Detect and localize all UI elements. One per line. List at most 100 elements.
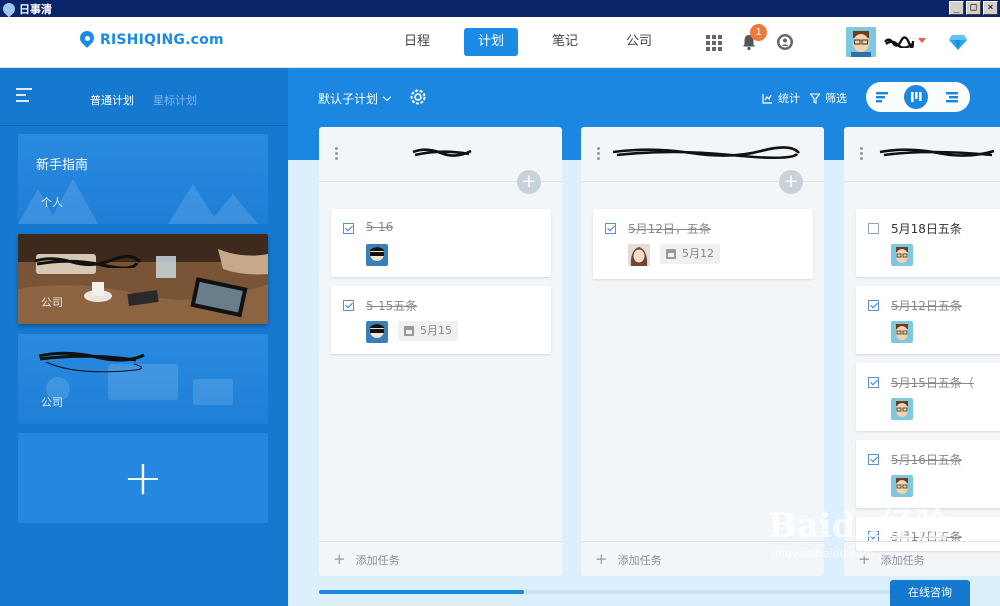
assignee-avatar bbox=[366, 321, 388, 343]
list-view-button[interactable] bbox=[940, 85, 964, 109]
column-add-button[interactable]: + bbox=[779, 170, 803, 194]
task-column: + 5-16 5-15五条 5月15 + 添加任务 bbox=[319, 127, 562, 576]
sidebar-menu-icon[interactable] bbox=[16, 88, 32, 102]
logo[interactable]: RISHIQING.com bbox=[77, 28, 224, 49]
task-title: 5-15五条 bbox=[366, 299, 418, 313]
plan-card-type: 公司 bbox=[41, 296, 63, 309]
diamond-icon[interactable] bbox=[948, 33, 968, 51]
statistics-label: 统计 bbox=[778, 92, 800, 105]
task-checkbox[interactable] bbox=[868, 223, 879, 234]
online-consult-button[interactable]: 在线咨询 bbox=[890, 580, 970, 606]
assignee-avatar bbox=[891, 398, 913, 420]
assignee-avatar bbox=[891, 321, 913, 343]
board-view-button[interactable] bbox=[904, 85, 928, 109]
window-titlebar: 日事清 _ □ × bbox=[0, 0, 1000, 17]
help-icon[interactable] bbox=[776, 33, 794, 51]
due-date-chip[interactable]: 5月12 bbox=[660, 244, 720, 264]
filter-label: 筛选 bbox=[825, 92, 847, 105]
task-title: 5月12日五条 bbox=[891, 299, 962, 313]
plan-name-redacted bbox=[34, 255, 142, 268]
nav-schedule[interactable]: 日程 bbox=[390, 28, 444, 56]
logo-pin-icon bbox=[77, 28, 97, 49]
chevron-down-icon bbox=[382, 92, 392, 101]
plan-card-type: 个人 bbox=[41, 196, 63, 209]
main-nav: 日程 计划 笔记 公司 bbox=[390, 28, 686, 56]
plus-icon: + bbox=[333, 550, 346, 568]
logo-text: RISHIQING.com bbox=[100, 32, 224, 48]
baidu-watermark: Baidu经验 jingyan.baidu.com bbox=[768, 498, 948, 560]
assignee-avatar bbox=[891, 475, 913, 497]
task-checkbox[interactable] bbox=[343, 300, 354, 311]
column-menu-icon[interactable] bbox=[335, 147, 338, 162]
task-checkbox[interactable] bbox=[868, 377, 879, 388]
nav-plan[interactable]: 计划 bbox=[464, 28, 519, 56]
view-toggle bbox=[866, 82, 970, 112]
task-checkbox[interactable] bbox=[605, 223, 616, 234]
calendar-icon bbox=[404, 326, 414, 336]
task-card[interactable]: 5月18日五条 bbox=[856, 209, 1000, 277]
gantt-view-button[interactable] bbox=[870, 85, 894, 109]
plan-board: 默认子计划 统计 筛选 + 5-16 5-15五条 5月15 + 添加任务 + … bbox=[288, 68, 1000, 606]
task-card[interactable]: 5月15日五条（ bbox=[856, 363, 1000, 431]
list-view-icon bbox=[946, 92, 958, 103]
due-date-chip[interactable]: 5月15 bbox=[398, 321, 458, 341]
assignee-avatar bbox=[891, 244, 913, 266]
plan-card-guide[interactable]: 新手指南 个人 bbox=[18, 134, 268, 224]
apps-grid-icon[interactable] bbox=[704, 33, 722, 51]
task-checkbox[interactable] bbox=[343, 223, 354, 234]
task-title: 5月18日五条 bbox=[891, 222, 962, 236]
statistics-button[interactable]: 统计 bbox=[762, 90, 800, 106]
tab-normal-plans[interactable]: 普通计划 bbox=[90, 92, 134, 108]
task-title: 5月12日，五条 bbox=[628, 222, 711, 236]
gear-icon[interactable] bbox=[409, 88, 427, 106]
filter-icon bbox=[810, 92, 820, 104]
app-icon bbox=[0, 0, 18, 17]
task-title: 5-16 bbox=[366, 220, 394, 234]
watermark-url: jingyan.baidu.com bbox=[772, 547, 874, 560]
filter-button[interactable]: 筛选 bbox=[810, 90, 847, 106]
board-view-icon bbox=[911, 92, 922, 102]
plan-card-type: 公司 bbox=[41, 396, 63, 409]
column-menu-icon[interactable] bbox=[860, 147, 863, 162]
subplan-selector[interactable]: 默认子计划 bbox=[318, 90, 392, 107]
add-plan-button[interactable]: + bbox=[18, 433, 268, 523]
task-title: 5月15日五条（ bbox=[891, 376, 974, 390]
tab-starred-plans[interactable]: 星标计划 bbox=[153, 92, 197, 108]
calendar-icon bbox=[666, 249, 676, 259]
window-title: 日事清 bbox=[19, 2, 52, 16]
horizontal-scrollbar[interactable] bbox=[319, 590, 960, 594]
user-menu-caret-icon[interactable] bbox=[918, 38, 926, 43]
plan-card-company-photo[interactable]: 公司 bbox=[18, 234, 268, 324]
due-date: 5月15 bbox=[420, 324, 452, 337]
task-checkbox[interactable] bbox=[868, 454, 879, 465]
column-title-redacted bbox=[412, 148, 472, 157]
plan-name-redacted bbox=[38, 351, 145, 373]
meeting-photo bbox=[18, 234, 268, 324]
gantt-view-icon bbox=[876, 92, 888, 103]
add-plan-plus-icon: + bbox=[122, 450, 164, 506]
minimize-button[interactable]: _ bbox=[949, 1, 964, 15]
nav-notes[interactable]: 笔记 bbox=[538, 28, 592, 56]
column-header bbox=[844, 127, 1000, 182]
task-card[interactable]: 5-15五条 5月15 bbox=[331, 286, 551, 354]
chart-icon bbox=[762, 93, 772, 104]
column-menu-icon[interactable] bbox=[597, 147, 600, 162]
user-avatar[interactable] bbox=[846, 27, 876, 57]
due-date: 5月12 bbox=[682, 247, 714, 260]
add-task-button[interactable]: + 添加任务 bbox=[319, 541, 562, 576]
task-card[interactable]: 5月12日五条 bbox=[856, 286, 1000, 354]
close-button[interactable]: × bbox=[983, 1, 998, 15]
sidebar-header: 普通计划 星标计划 bbox=[0, 68, 288, 126]
plan-card-company[interactable]: 公司 bbox=[18, 334, 268, 424]
maximize-button[interactable]: □ bbox=[966, 1, 981, 15]
column-add-button[interactable]: + bbox=[517, 170, 541, 194]
nav-company[interactable]: 公司 bbox=[612, 28, 666, 56]
task-checkbox[interactable] bbox=[868, 300, 879, 311]
card-background-pattern bbox=[18, 179, 258, 224]
task-card[interactable]: 5-16 bbox=[331, 209, 551, 277]
column-title-redacted bbox=[612, 146, 801, 159]
username-redacted[interactable] bbox=[884, 36, 914, 48]
task-card[interactable]: 5月12日，五条 5月12 bbox=[593, 209, 813, 279]
scrollbar-thumb[interactable] bbox=[319, 590, 525, 594]
plus-icon: + bbox=[595, 550, 608, 568]
